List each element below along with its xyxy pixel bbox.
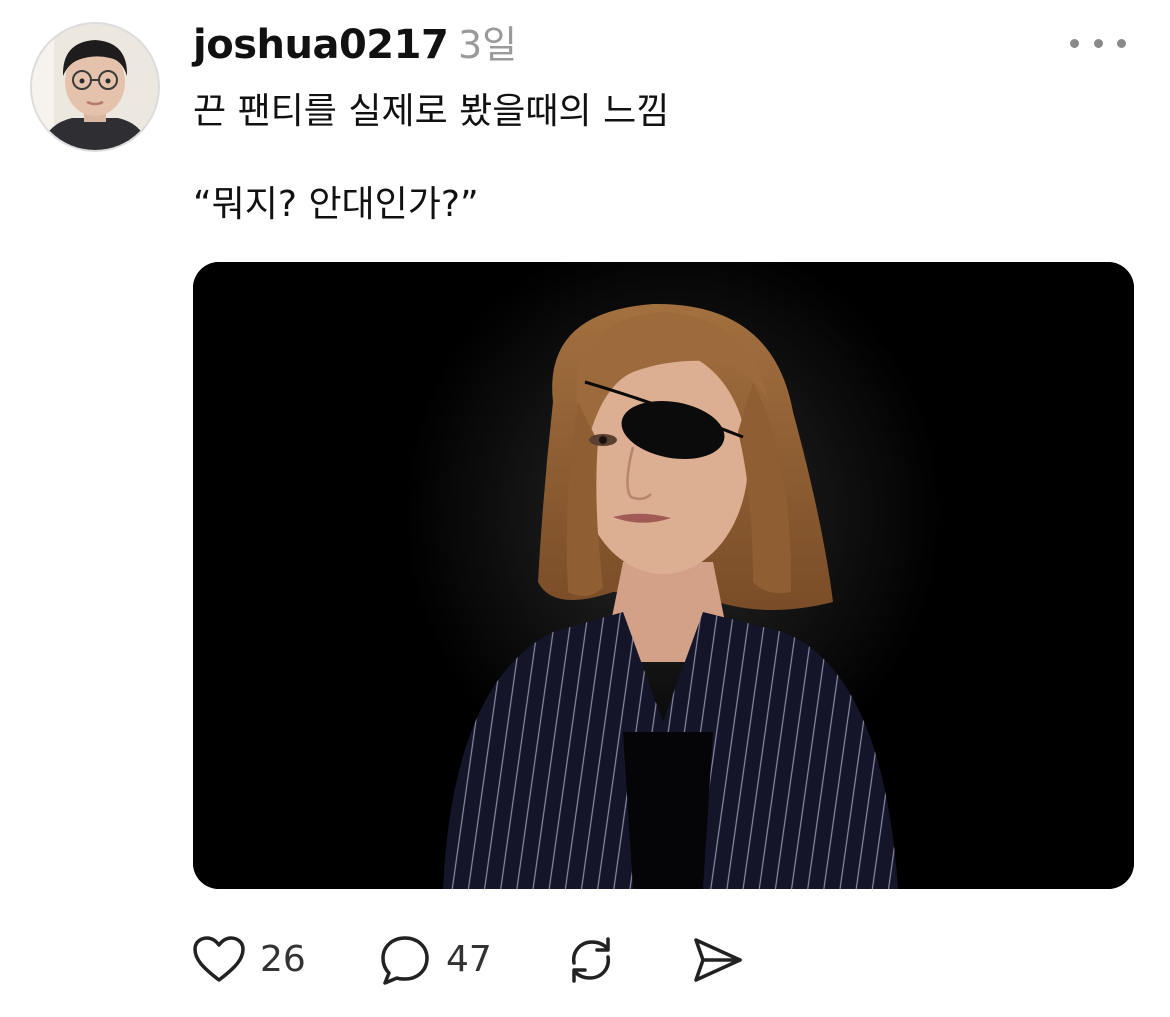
like-button[interactable]: 26: [192, 930, 306, 990]
post-image[interactable]: [193, 262, 1134, 889]
timestamp: 3일: [458, 23, 518, 67]
paper-plane-icon: [694, 938, 742, 982]
share-button[interactable]: [690, 930, 744, 990]
post-text-line-2: “뭐지? 안대인가?”: [193, 184, 479, 225]
more-horizontal-icon: [1070, 38, 1079, 48]
repost-button[interactable]: [564, 930, 618, 990]
reply-button[interactable]: 47: [378, 930, 492, 990]
thread-post: joshua0217 3일 끈 팬티를 실제로 봤을때의 느낌 “뭐지? 안대인…: [0, 0, 1170, 1017]
more-options-button[interactable]: [1070, 26, 1126, 60]
post-text-line-1: 끈 팬티를 실제로 봤을때의 느낌: [193, 91, 670, 132]
avatar[interactable]: [30, 22, 160, 152]
portrait-photo: [193, 262, 1134, 889]
heart-icon: [193, 936, 245, 982]
repost-arrows-icon: [572, 937, 610, 983]
speech-bubble-icon: [381, 936, 429, 985]
username[interactable]: joshua0217: [193, 18, 449, 72]
avatar-image: [32, 24, 158, 150]
like-count: 26: [260, 939, 306, 980]
reply-count: 47: [446, 939, 492, 980]
